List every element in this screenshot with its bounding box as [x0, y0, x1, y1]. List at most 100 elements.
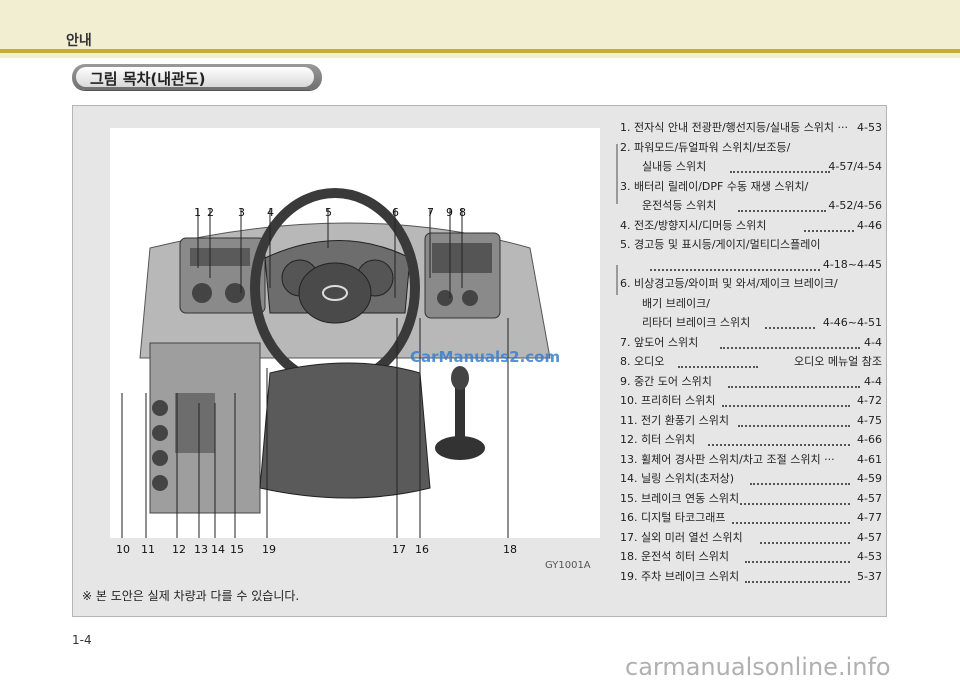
toc-item: 배기 브레이크/: [620, 294, 882, 314]
callout-12: 12: [172, 543, 186, 556]
callout-3: 3: [238, 206, 245, 219]
toc-text: 운전석등 스위치: [642, 199, 717, 212]
toc-page: 4-66: [857, 433, 882, 446]
callout-10: 10: [116, 543, 130, 556]
callout-13: 13: [194, 543, 208, 556]
toc-dots: [730, 169, 830, 173]
toc-dots: [720, 345, 860, 349]
callout-5: 5: [325, 206, 332, 219]
toc-page: 4-4: [864, 335, 882, 349]
toc-page: 오디오 메뉴얼 참조: [794, 355, 882, 368]
callout-2: 2: [207, 206, 214, 219]
toc-dots: [738, 208, 826, 212]
toc-page: 4-57: [857, 491, 882, 505]
toc-text: 실내등 스위치: [642, 160, 707, 173]
toc-item: 실내등 스위치 4-57/4-54: [620, 157, 882, 177]
heading-pill: 그림 목차(내관도): [72, 64, 322, 90]
toc-text: 7. 앞도어 스위치: [620, 335, 699, 349]
heading-pill-inner: 그림 목차(내관도): [76, 67, 314, 88]
toc-text: 리타더 브레이크 스위치: [642, 316, 751, 329]
toc-dots: [804, 228, 854, 232]
toc-text: 6. 비상경고등/와이퍼 및 와셔/제이크 브레이크/: [620, 277, 838, 290]
toc-dots: [738, 423, 850, 427]
toc-dots: [745, 579, 850, 583]
toc-item: 5. 경고등 및 표시등/게이지/멀티디스플레이: [620, 235, 882, 255]
toc-item: 10. 프리히터 스위치 4-72: [620, 391, 882, 411]
toc-dots: [650, 267, 820, 271]
toc-dots: [745, 559, 850, 563]
toc-dots: [750, 481, 850, 485]
disclaimer-note: ※ 본 도안은 실제 차량과 다를 수 있습니다.: [82, 589, 300, 603]
toc-item: 13. 휠체어 경사판 스위치/차고 조절 스위치 ··· 4-61: [620, 450, 882, 470]
toc-item: 14. 닐링 스위치(초저상) 4-59: [620, 469, 882, 489]
dashboard-figure: [110, 128, 600, 543]
callout-11: 11: [141, 543, 155, 556]
toc-text: 16. 디지털 타코그래프: [620, 511, 726, 524]
toc-text: 17. 실외 미러 열선 스위치: [620, 530, 743, 544]
figure-code: GY1001A: [545, 560, 591, 571]
toc-dots: [708, 442, 850, 446]
callout-19: 19: [262, 543, 276, 556]
toc-item: 17. 실외 미러 열선 스위치 4-57: [620, 528, 882, 548]
toc-page: 4-52/4-56: [828, 199, 882, 212]
toc-page: 4-46: [857, 218, 882, 232]
toc-item: 11. 전기 환풍기 스위치 4-75: [620, 411, 882, 431]
toc-item: 4-18~4-45: [620, 255, 882, 275]
toc-page: 5-37: [857, 569, 882, 583]
callout-1: 1: [194, 206, 201, 219]
toc-text: 8. 오디오: [620, 355, 665, 368]
toc-text: 10. 프리히터 스위치: [620, 394, 716, 407]
toc-item: 19. 주차 브레이크 스위치 5-37: [620, 567, 882, 587]
toc-dots: [728, 384, 860, 388]
dashboard-illustration: [110, 128, 600, 543]
toc-page: 4-72: [857, 394, 882, 407]
toc-item: 리타더 브레이크 스위치 4-46~4-51: [620, 313, 882, 333]
toc-item: 15. 브레이크 연동 스위치 4-57: [620, 489, 882, 509]
toc-text: 19. 주차 브레이크 스위치: [620, 569, 740, 583]
toc-item: 4. 전조/방향지시/디머등 스위치 4-46: [620, 216, 882, 236]
toc-dots: [765, 325, 815, 329]
section-title: 안내: [66, 33, 92, 49]
toc-page: 4-18~4-45: [822, 257, 882, 271]
toc-text: 15. 브레이크 연동 스위치: [620, 491, 740, 505]
toc-item: 2. 파워모드/듀얼파워 스위치/보조등/: [620, 138, 882, 158]
toc-item: 16. 디지털 타코그래프 4-77: [620, 508, 882, 528]
toc-text: 18. 운전석 히터 스위치: [620, 550, 729, 563]
callout-15: 15: [230, 543, 244, 556]
toc-dots: [732, 520, 850, 524]
callout-17: 17: [392, 543, 406, 556]
toc-text: 배기 브레이크/: [642, 296, 710, 310]
callout-9: 9: [446, 206, 453, 219]
header-rule: [0, 49, 960, 53]
toc-dots: [678, 364, 758, 368]
toc-page: 4-57: [857, 530, 882, 544]
toc-separator: [616, 144, 618, 204]
toc-page: 4-75: [857, 413, 882, 427]
callout-7: 7: [427, 206, 434, 219]
toc-text: 12. 히터 스위치: [620, 433, 696, 446]
toc-text: 13. 휠체어 경사판 스위치/차고 조절 스위치 ···: [620, 452, 835, 466]
footer-watermark: carmanualsonline.info: [625, 653, 891, 681]
callout-4: 4: [267, 206, 274, 219]
toc-text: 11. 전기 환풍기 스위치: [620, 413, 729, 427]
toc-item: 운전석등 스위치 4-52/4-56: [620, 196, 882, 216]
toc-text: 5. 경고등 및 표시등/게이지/멀티디스플레이: [620, 238, 821, 251]
page-heading: 그림 목차(내관도): [90, 70, 206, 88]
callout-6: 6: [392, 206, 399, 219]
callout-16: 16: [415, 543, 429, 556]
toc-item: 18. 운전석 히터 스위치 4-53: [620, 547, 882, 567]
toc-text: 4. 전조/방향지시/디머등 스위치: [620, 218, 767, 232]
toc-item: 6. 비상경고등/와이퍼 및 와셔/제이크 브레이크/: [620, 274, 882, 294]
toc-list: 1. 전자식 안내 전광판/행선지등/실내등 스위치 ··· 4-53 2. 파워…: [620, 118, 882, 586]
toc-page: 4-53: [857, 121, 882, 134]
toc-page: 4-4: [864, 374, 882, 388]
toc-item: 7. 앞도어 스위치 4-4: [620, 333, 882, 353]
toc-item: 9. 중간 도어 스위치 4-4: [620, 372, 882, 392]
toc-text: 3. 배터리 릴레이/DPF 수동 재생 스위치/: [620, 179, 809, 193]
toc-dots: [722, 403, 850, 407]
toc-page: 4-46~4-51: [822, 316, 882, 329]
toc-item: 1. 전자식 안내 전광판/행선지등/실내등 스위치 ··· 4-53: [620, 118, 882, 138]
toc-dots: [760, 540, 850, 544]
callout-18: 18: [503, 543, 517, 556]
page-number: 1-4: [72, 633, 92, 647]
